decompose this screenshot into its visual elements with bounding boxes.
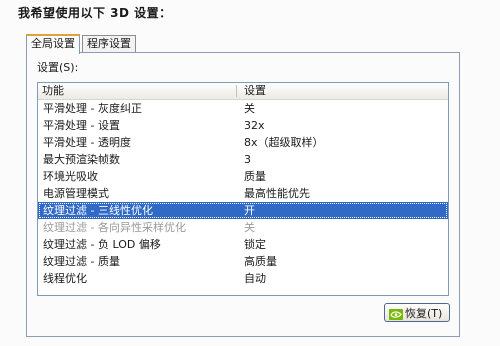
- row-value: 自动: [244, 272, 266, 285]
- row-value: 关: [244, 102, 255, 115]
- tab-program-settings[interactable]: 程序设置: [82, 35, 136, 52]
- nvidia-3d-settings-window: 我希望使用以下 3D 设置： 全局设置 程序设置 设置(S): 功能 设置 平滑…: [0, 0, 500, 346]
- row-value: 高质量: [244, 255, 277, 268]
- tab-panel: 设置(S): 功能 设置 平滑处理 - 灰度纠正 关 平滑处理 - 设置 32x…: [26, 52, 460, 337]
- list-row[interactable]: 平滑处理 - 灰度纠正 关: [38, 100, 448, 117]
- list-row[interactable]: 环境光吸收 质量: [38, 168, 448, 185]
- column-header-setting[interactable]: 设置: [244, 83, 266, 99]
- row-value: 开: [244, 204, 255, 217]
- list-row[interactable]: 线程优化 自动: [38, 270, 448, 287]
- row-feature: 平滑处理 - 设置: [43, 119, 120, 132]
- row-value: 最高性能优先: [244, 187, 310, 200]
- row-value: 关: [244, 221, 255, 234]
- list-row[interactable]: 最大预渲染帧数 3: [38, 151, 448, 168]
- row-feature: 纹理过滤 - 各向异性采样优化: [43, 221, 186, 234]
- list-header: 功能 设置: [38, 83, 448, 100]
- list-row[interactable]: 纹理过滤 - 质量 高质量: [38, 253, 448, 270]
- row-feature: 电源管理模式: [43, 187, 109, 200]
- list-row[interactable]: 纹理过滤 - 负 LOD 偏移 锁定: [38, 236, 448, 253]
- list-row[interactable]: 电源管理模式 最高性能优先: [38, 185, 448, 202]
- column-header-feature[interactable]: 功能: [42, 83, 64, 99]
- list-row[interactable]: 平滑处理 - 设置 32x: [38, 117, 448, 134]
- row-feature: 平滑处理 - 透明度: [43, 136, 131, 149]
- row-feature: 线程优化: [43, 272, 87, 285]
- list-row-selected[interactable]: 纹理过滤 - 三线性优化 开: [38, 202, 448, 219]
- list-row-disabled[interactable]: 纹理过滤 - 各向异性采样优化 关: [38, 219, 448, 236]
- row-feature: 纹理过滤 - 质量: [43, 255, 120, 268]
- row-feature: 纹理过滤 - 三线性优化: [43, 204, 153, 217]
- nvidia-logo-icon: [389, 307, 403, 320]
- list-row[interactable]: 平滑处理 - 透明度 8x（超级取样）: [38, 134, 448, 151]
- tab-global-settings[interactable]: 全局设置: [26, 34, 80, 54]
- restore-button-label: 恢复(T): [405, 307, 443, 320]
- row-value: 锁定: [244, 238, 266, 251]
- row-value: 8x（超级取样）: [244, 136, 324, 149]
- restore-button[interactable]: 恢复(T): [384, 303, 450, 322]
- row-value: 质量: [244, 170, 266, 183]
- row-value: 3: [244, 153, 251, 166]
- row-feature: 平滑处理 - 灰度纠正: [43, 102, 142, 115]
- row-feature: 环境光吸收: [43, 170, 98, 183]
- settings-list[interactable]: 功能 设置 平滑处理 - 灰度纠正 关 平滑处理 - 设置 32x 平滑处理 -…: [37, 82, 449, 296]
- settings-label: 设置(S):: [37, 61, 79, 74]
- column-divider[interactable]: [236, 85, 237, 97]
- row-feature: 纹理过滤 - 负 LOD 偏移: [43, 238, 161, 251]
- row-feature: 最大预渲染帧数: [43, 153, 120, 166]
- row-value: 32x: [244, 119, 265, 132]
- page-title: 我希望使用以下 3D 设置：: [18, 6, 172, 20]
